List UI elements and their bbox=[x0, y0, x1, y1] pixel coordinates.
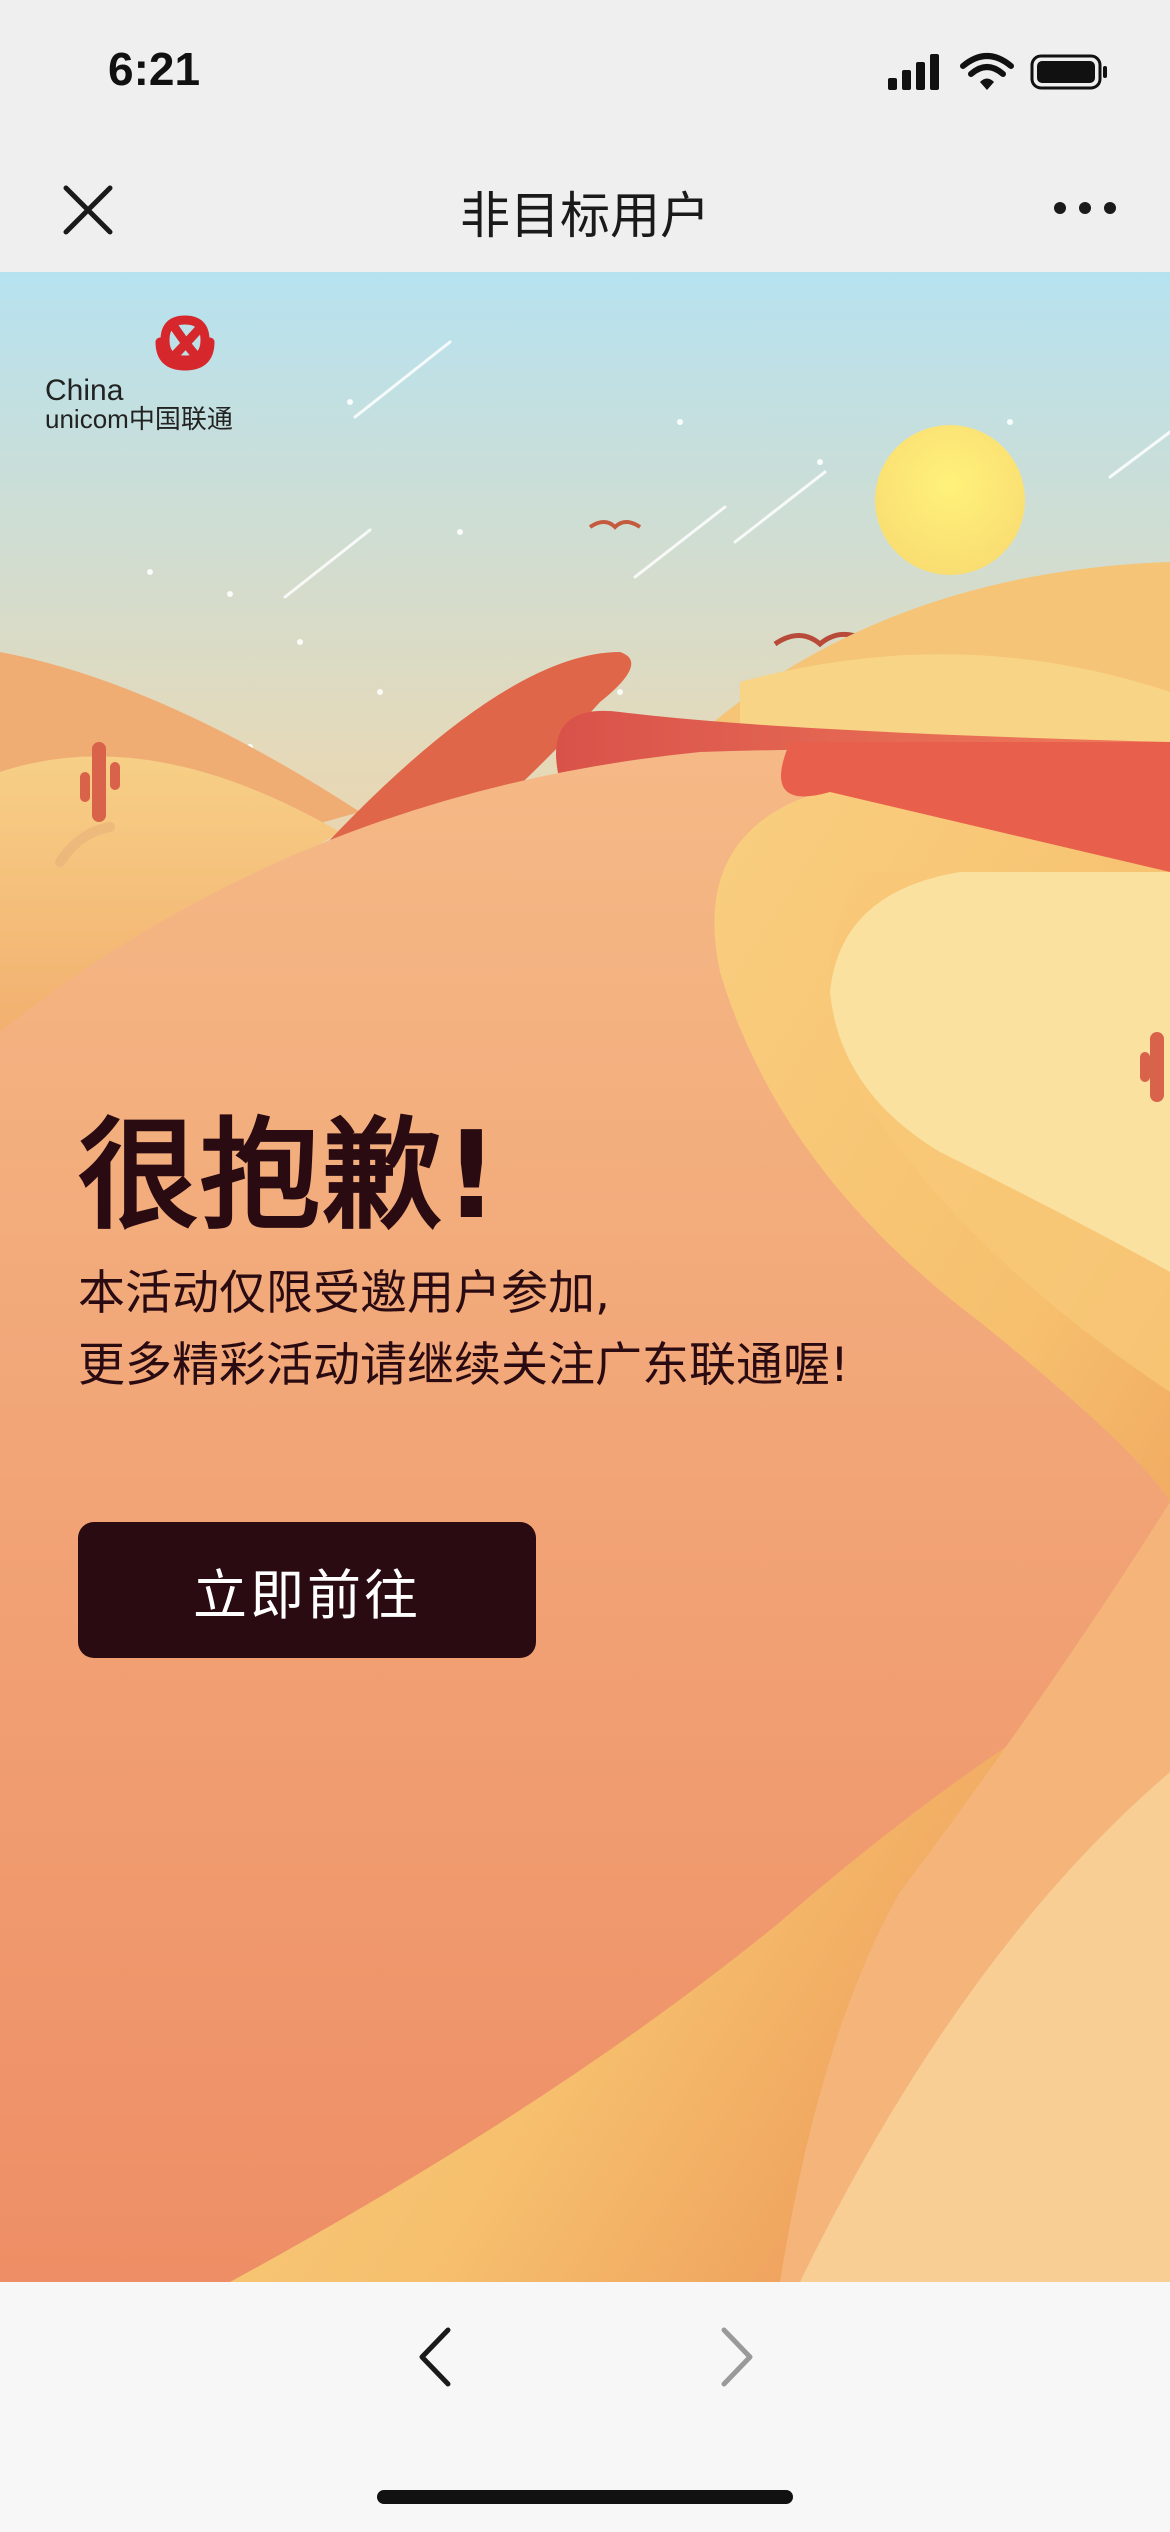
battery-icon bbox=[1030, 54, 1107, 90]
status-time: 6:21 bbox=[108, 43, 201, 95]
nav-bar: 非目标用户 bbox=[0, 150, 1170, 272]
cellular-signal-icon bbox=[888, 54, 939, 90]
page-title: 非目标用户 bbox=[460, 187, 710, 245]
logo-text-line1: China bbox=[45, 374, 124, 407]
description-line1: 本活动仅限受邀用户参加, bbox=[78, 1266, 610, 1321]
more-icon[interactable] bbox=[1050, 196, 1120, 220]
description-line2: 更多精彩活动请继续关注广东联通喔! bbox=[78, 1338, 849, 1393]
china-unicom-logo: China unicom中国联通 bbox=[45, 315, 233, 434]
chevron-left-icon[interactable] bbox=[410, 2322, 460, 2392]
logo-text-line2: unicom中国联通 bbox=[45, 404, 233, 434]
bottom-toolbar bbox=[0, 2282, 1170, 2532]
go-now-button[interactable]: 立即前往 bbox=[78, 1522, 536, 1658]
go-now-button-label: 立即前往 bbox=[193, 1563, 421, 1627]
sorry-heading: 很抱歉! bbox=[78, 1107, 501, 1246]
wifi-icon bbox=[960, 53, 1014, 90]
chevron-right-icon[interactable] bbox=[712, 2322, 762, 2392]
description: 本活动仅限受邀用户参加, 更多精彩活动请继续关注广东联通喔! bbox=[78, 1258, 978, 1402]
home-indicator bbox=[377, 2490, 793, 2504]
status-bar: 6:21 bbox=[0, 0, 1170, 150]
